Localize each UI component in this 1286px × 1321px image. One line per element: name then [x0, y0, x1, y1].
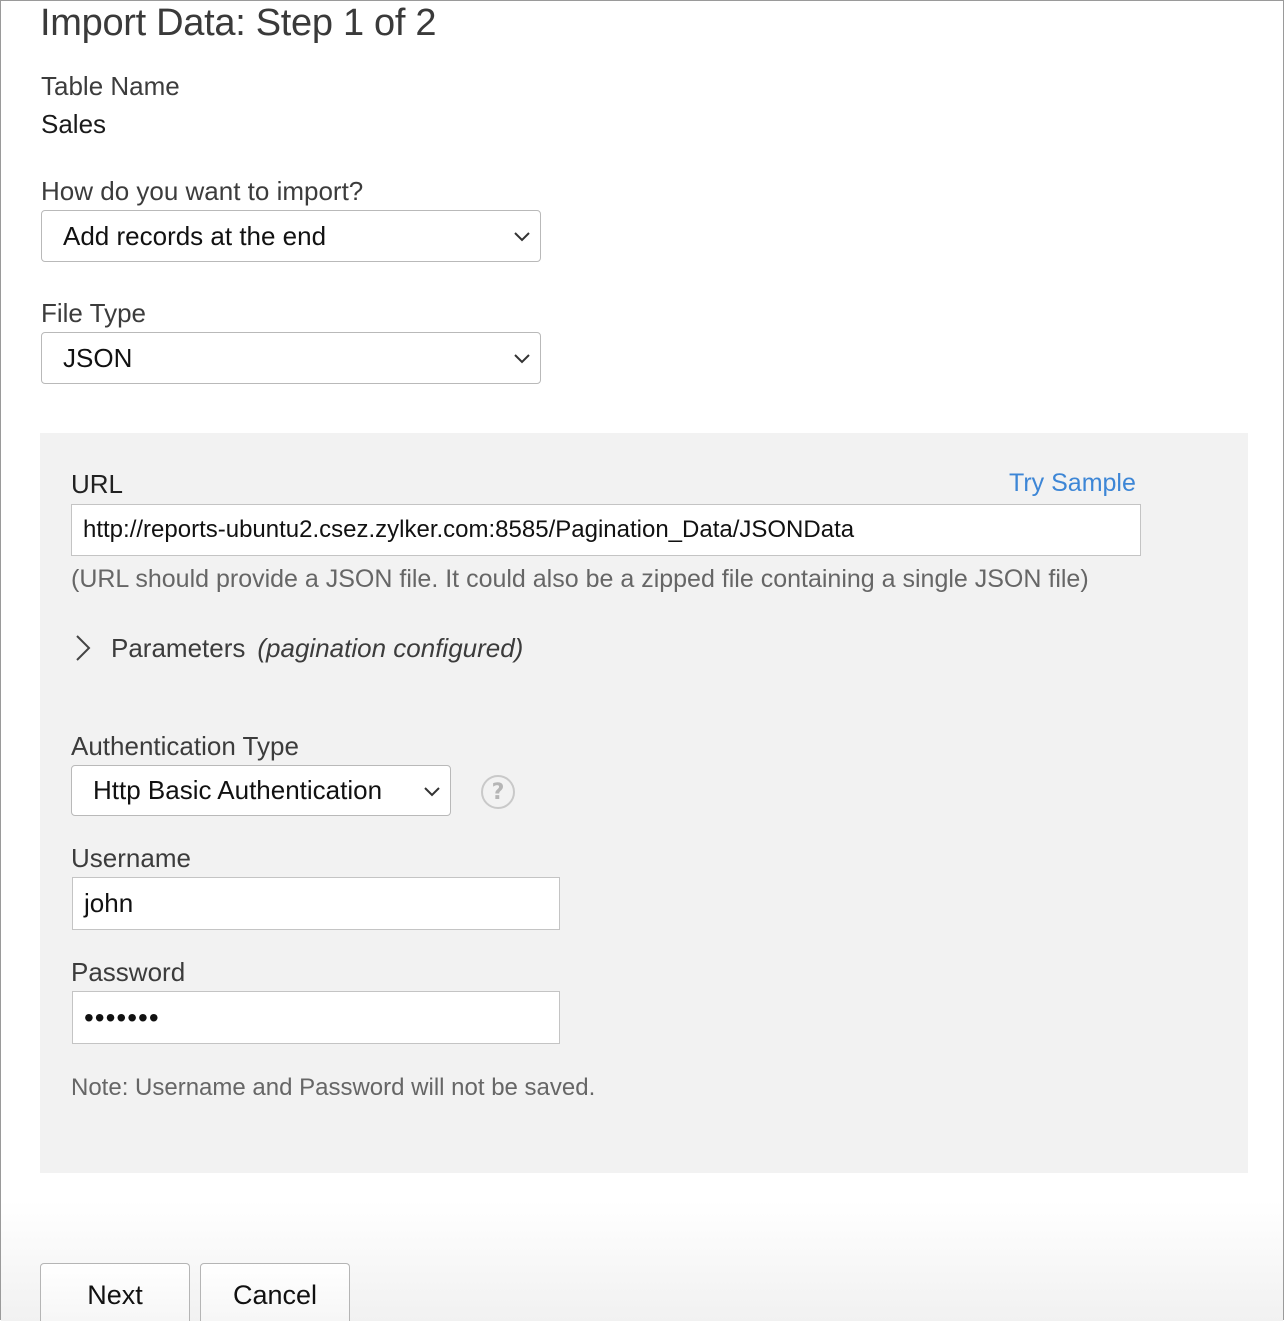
parameters-label: Parameters — [111, 632, 246, 663]
password-field[interactable]: ••••••• — [72, 991, 560, 1044]
parameters-note: (pagination configured) — [257, 632, 524, 663]
try-sample-link[interactable]: Try Sample — [1009, 469, 1136, 498]
username-label: Username — [71, 843, 191, 873]
help-icon[interactable]: ? — [481, 775, 515, 809]
chevron-down-icon — [514, 232, 530, 242]
credentials-note: Note: Username and Password will not be … — [71, 1074, 596, 1101]
table-name-label: Table Name — [41, 71, 180, 101]
chevron-down-icon — [424, 786, 440, 796]
import-dialog: Import Data: Step 1 of 2 Table Name Sale… — [0, 0, 1284, 1321]
help-symbol: ? — [491, 779, 505, 805]
import-mode-select[interactable]: Add records at the end — [41, 210, 541, 262]
import-mode-selected-value: Add records at the end — [63, 220, 327, 251]
table-name-value: Sales — [41, 109, 107, 139]
password-label: Password — [71, 957, 186, 987]
import-mode-label: How do you want to import? — [41, 176, 364, 206]
file-type-selected-value: JSON — [63, 342, 133, 373]
parameters-toggle[interactable]: Parameters (pagination configured) — [71, 631, 523, 665]
auth-type-selected-value: Http Basic Authentication — [93, 775, 383, 805]
source-settings-panel: URL Try Sample http://reports-ubuntu2.cs… — [40, 433, 1248, 1173]
chevron-right-icon — [76, 635, 91, 661]
username-value: john — [84, 888, 134, 918]
url-label: URL — [71, 469, 124, 499]
file-type-label: File Type — [41, 298, 147, 328]
footer-bar: Next Cancel — [1, 1201, 1283, 1321]
auth-type-select[interactable]: Http Basic Authentication — [71, 765, 451, 816]
next-button[interactable]: Next — [40, 1263, 190, 1321]
username-field[interactable]: john — [72, 877, 560, 930]
auth-type-label: Authentication Type — [71, 731, 299, 761]
url-input[interactable]: http://reports-ubuntu2.csez.zylker.com:8… — [71, 504, 1141, 556]
file-type-select[interactable]: JSON — [41, 332, 541, 384]
chevron-down-icon — [514, 354, 530, 364]
page-title: Import Data: Step 1 of 2 — [40, 2, 437, 44]
url-hint: (URL should provide a JSON file. It coul… — [71, 565, 1089, 593]
url-input-value: http://reports-ubuntu2.csez.zylker.com:8… — [83, 516, 855, 543]
cancel-button[interactable]: Cancel — [200, 1263, 350, 1321]
password-masked-value: ••••••• — [84, 1001, 160, 1033]
